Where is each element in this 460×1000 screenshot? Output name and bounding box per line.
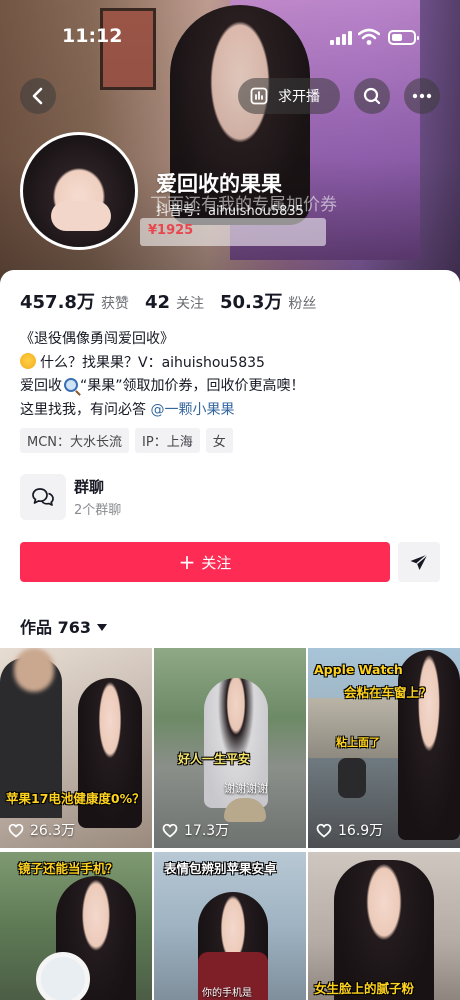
request-live-button[interactable]: 求开播 <box>238 78 340 114</box>
video-subcaption: 会粘在车窗上？ <box>344 685 432 700</box>
search-button[interactable] <box>354 78 390 114</box>
video-caption: 表情包辨别苹果安卓 <box>164 861 277 876</box>
video-caption: 苹果17电池健康度0%？ <box>6 791 145 806</box>
video-thumbnail[interactable]: 好人一生平安 谢谢谢谢 17.3万 <box>154 648 306 848</box>
group-chat-title: 群聊 <box>74 478 105 496</box>
video-thumbnail[interactable]: 表情包辨别苹果安卓 你的手机是 <box>154 852 306 1000</box>
profile-stats: 457.8万 获赞 42 关注 50.3万 粉丝 <box>20 288 332 314</box>
video-caption: 镜子还能当手机？ <box>18 861 119 876</box>
battery-icon <box>388 30 419 45</box>
heart-icon <box>162 823 178 838</box>
bio-line-1: 《退役偶像勇闯爱回收》 <box>20 331 174 347</box>
wifi-icon <box>357 28 381 50</box>
magnifier-emoji-icon <box>64 378 78 392</box>
live-chart-icon <box>250 87 268 105</box>
kiss-emoji-icon <box>20 352 36 369</box>
heart-icon <box>8 823 24 838</box>
bio-line-4: 这里找我，有问必答 @一颗小果果 <box>20 401 235 418</box>
heart-icon <box>316 823 332 838</box>
profile-bio: 《退役偶像勇闯爱回收》 什么？找果果？V：aihuishou5835 爱回收 “果… <box>20 328 305 422</box>
group-chat-count: 2个群聊 <box>74 503 122 518</box>
status-time: 11:12 <box>62 25 123 47</box>
video-sticker-caption: 粘上面了 <box>336 736 380 749</box>
ip-location-tag: IP：上海 <box>135 428 200 453</box>
more-button[interactable] <box>404 78 440 114</box>
works-count-label: 作品 763 <box>20 618 91 637</box>
request-live-label: 求开播 <box>278 89 320 105</box>
video-caption: Apple Watch <box>314 662 403 677</box>
avatar[interactable] <box>20 132 138 250</box>
plus-icon: + <box>178 550 196 574</box>
video-caption: 好人一生平安 <box>178 752 251 766</box>
video-thumbnail[interactable]: 苹果17电池健康度0%？ 26.3万 <box>0 648 152 848</box>
paper-plane-icon <box>410 553 428 570</box>
bio-mention-link[interactable]: @一颗小果果 <box>150 402 234 418</box>
fans-label[interactable]: 粉丝 <box>288 293 316 313</box>
bio-line-2: 什么？找果果？V：aihuishou5835 <box>20 352 305 376</box>
send-message-button[interactable] <box>398 542 440 582</box>
video-caption: 女生脸上的腻子粉 <box>314 981 415 996</box>
status-bar: 11:12 <box>0 22 460 52</box>
works-tab[interactable]: 作品 763 <box>20 614 107 638</box>
following-count[interactable]: 42 <box>145 292 170 313</box>
profile-nickname: 爱回收的果果 <box>156 172 282 196</box>
follow-label: 关注 <box>201 553 232 572</box>
caret-down-icon <box>96 624 107 631</box>
video-thumbnail[interactable]: Apple Watch 会粘在车窗上？ 粘上面了 16.9万 <box>308 648 460 848</box>
cover-ghost-price: ¥1925 <box>148 223 194 238</box>
group-chat-entry[interactable]: 群聊 2个群聊 <box>20 474 440 520</box>
cover-ghost-bar: ¥1925 <box>140 218 326 246</box>
video-subcaption: 你的手机是 <box>202 988 252 999</box>
chevron-left-icon <box>32 87 43 105</box>
fans-count[interactable]: 50.3万 <box>220 288 282 314</box>
video-likes: 16.9万 <box>316 820 383 840</box>
follow-button[interactable]: + 关注 <box>20 542 390 582</box>
mcn-tag: MCN：大水长流 <box>20 428 130 453</box>
video-thumbnail[interactable]: 镜子还能当手机？ <box>0 852 152 1000</box>
video-subcaption: 谢谢谢谢 <box>224 782 268 795</box>
video-likes: 17.3万 <box>162 820 229 840</box>
profile-tags: MCN：大水长流 IP：上海 女 <box>20 428 239 453</box>
bio-line-3: 爱回收 “果果”领取加价券，回收价更高噢！ <box>20 378 305 394</box>
back-button[interactable] <box>20 78 56 114</box>
douyin-id[interactable]: 抖音号：aihuishou5835 <box>156 200 304 219</box>
likes-label: 获赞 <box>100 296 129 312</box>
following-label[interactable]: 关注 <box>176 293 204 313</box>
search-icon <box>363 87 381 105</box>
video-thumbnail[interactable]: 女生脸上的腻子粉 <box>308 852 460 1000</box>
more-dots-icon <box>412 93 432 99</box>
likes-count: 457.8万 <box>20 292 95 313</box>
signal-icon <box>330 31 352 45</box>
group-chat-icon <box>20 474 66 520</box>
video-likes: 26.3万 <box>8 820 75 840</box>
gender-tag: 女 <box>205 428 233 453</box>
